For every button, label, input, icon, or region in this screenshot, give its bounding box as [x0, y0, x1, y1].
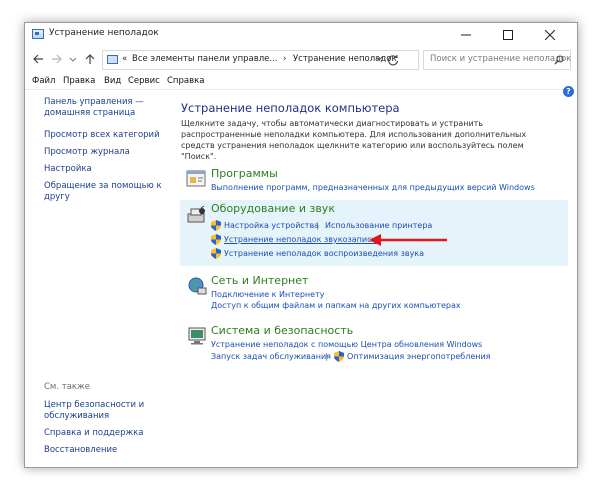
link-playback-troubleshoot[interactable]: Устранение неполадок воспроизведения зву… [224, 249, 424, 258]
close-icon [545, 30, 555, 40]
sidebar-link-help-support[interactable]: Справка и поддержка [44, 428, 144, 439]
category-title-hardware-sound[interactable]: Оборудование и звук [211, 202, 335, 215]
page-description: Щелкните задачу, чтобы автоматически диа… [181, 119, 527, 161]
link-device-setup[interactable]: Настройка устройства [224, 221, 319, 230]
category-programs: Программы Выполнение программ, предназна… [180, 164, 568, 196]
maximize-icon [503, 30, 513, 40]
menu-help[interactable]: Справка [167, 76, 204, 86]
sidebar-link-security-center-cont[interactable]: обслуживания [44, 411, 109, 422]
navigation-bar: « Все элементы панели управле... › Устра… [25, 49, 577, 73]
menu-bar: Файл Правка Вид Сервис Справка [25, 74, 577, 90]
forward-button[interactable] [51, 53, 63, 69]
page-title: Устранение неполадок компьютера [181, 101, 400, 115]
help-icon[interactable]: ? [563, 86, 574, 97]
sidebar-link-ask-friend[interactable]: Обращение за помощью к [44, 181, 162, 192]
up-arrow-icon [85, 54, 95, 64]
sidebar-link-ask-friend-cont[interactable]: другу [44, 192, 70, 203]
category-title-programs[interactable]: Программы [211, 167, 278, 180]
chevron-down-icon [69, 57, 77, 62]
sidebar-link-all-categories[interactable]: Просмотр всех категорий [44, 130, 160, 141]
link-recording-troubleshoot[interactable]: Устранение неполадок звукозаписи [224, 235, 377, 244]
window-title: Устранение неполадок [49, 28, 159, 38]
breadcrumb-separator: › [283, 54, 287, 64]
chevron-down-icon [375, 56, 383, 61]
uac-shield-icon [211, 248, 221, 259]
system-security-icon [188, 327, 206, 345]
menu-view[interactable]: Вид [104, 76, 121, 86]
uac-shield-icon [211, 234, 221, 245]
title-bar: Устранение неполадок [25, 23, 577, 47]
refresh-icon [388, 55, 399, 66]
menu-edit[interactable]: Правка [63, 76, 95, 86]
category-network-internet: Сеть и Интернет Подключение к Интернету … [180, 271, 568, 311]
link-windows-update-troubleshoot[interactable]: Устранение неполадок с помощью Центра об… [211, 340, 482, 349]
back-arrow-icon [33, 54, 43, 64]
hardware-sound-icon [187, 205, 205, 223]
sidebar-link-recovery[interactable]: Восстановление [44, 445, 117, 456]
address-overflow[interactable]: « [122, 54, 127, 64]
link-use-printer[interactable]: Использование принтера [325, 221, 432, 230]
sidebar-link-control-panel-home-cont[interactable]: домашняя страница [44, 108, 135, 119]
control-panel-icon [32, 29, 44, 39]
link-run-old-programs[interactable]: Выполнение программ, предназначенных для… [211, 183, 535, 192]
sidebar-link-settings[interactable]: Настройка [44, 164, 92, 175]
link-shared-folders[interactable]: Доступ к общим файлам и папкам на других… [211, 301, 461, 310]
sidebar-link-security-center[interactable]: Центр безопасности и [44, 400, 144, 411]
refresh-button[interactable] [385, 52, 403, 68]
category-system-security: Система и безопасность Устранение непола… [180, 321, 568, 365]
link-separator: | [316, 221, 319, 230]
network-internet-icon [188, 277, 207, 295]
search-placeholder: Поиск и устранение неполадок [430, 54, 572, 64]
sidebar-link-control-panel-home[interactable]: Панель управления — [44, 97, 144, 108]
address-dropdown-button[interactable] [375, 54, 383, 66]
menu-file[interactable]: Файл [32, 76, 55, 86]
up-button[interactable] [84, 53, 96, 69]
back-button[interactable] [32, 53, 44, 69]
breadcrumb-all-items[interactable]: Все элементы панели управле... [132, 54, 278, 64]
maximize-button[interactable] [491, 23, 525, 47]
see-also-heading: См. также [44, 382, 90, 392]
link-separator: | [325, 352, 328, 361]
link-power-optimization[interactable]: Оптимизация энергопотребления [347, 352, 491, 361]
link-maintenance-tasks[interactable]: Запуск задач обслуживания [211, 352, 331, 361]
sidebar-link-history[interactable]: Просмотр журнала [44, 147, 130, 158]
menu-tools[interactable]: Сервис [128, 76, 160, 86]
category-title-system-security[interactable]: Система и безопасность [211, 324, 353, 337]
programs-icon [186, 170, 206, 187]
minimize-icon [461, 34, 471, 36]
recent-locations-button[interactable] [69, 53, 77, 69]
forward-arrow-icon [52, 54, 62, 64]
search-input[interactable]: Поиск и устранение неполадок [423, 50, 571, 70]
close-button[interactable] [533, 23, 567, 47]
address-bar[interactable]: « Все элементы панели управле... › Устра… [102, 50, 419, 70]
uac-shield-icon [211, 220, 221, 231]
search-icon [554, 55, 564, 65]
control-panel-icon [107, 55, 118, 64]
category-hardware-sound: Оборудование и звук Настройка устройства… [180, 200, 568, 266]
troubleshooting-window: Устранение неполадок « Все элементы пане… [24, 22, 578, 468]
category-title-network-internet[interactable]: Сеть и Интернет [211, 274, 308, 287]
uac-shield-icon [334, 351, 344, 362]
menu-divider [25, 89, 577, 90]
minimize-button[interactable] [449, 23, 483, 47]
link-internet-connection[interactable]: Подключение к Интернету [211, 290, 324, 299]
